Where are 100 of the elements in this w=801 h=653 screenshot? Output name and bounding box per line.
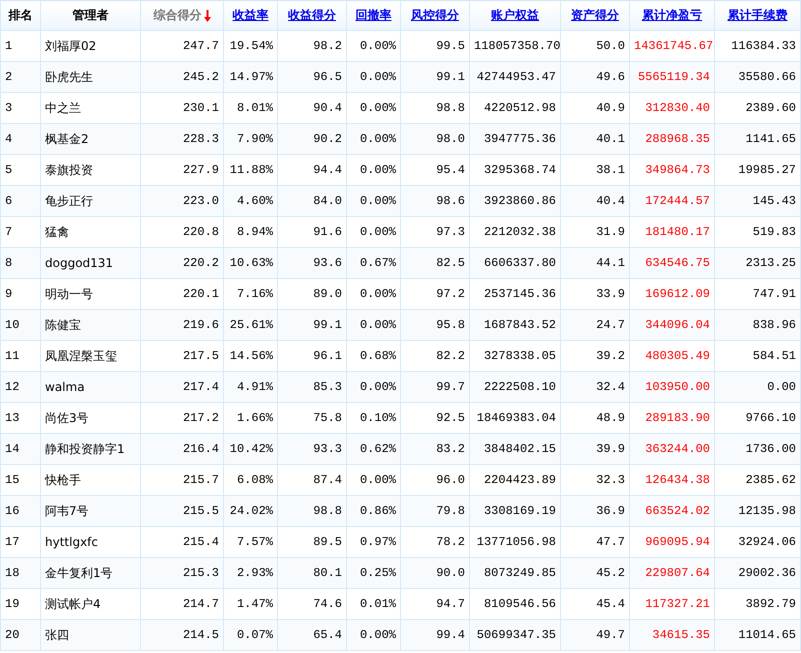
table-cell: 98.0 [400,124,470,154]
table-cell: 0.00% [346,620,400,650]
table-cell: 7.90% [224,124,278,154]
table-cell: 0.00 [714,372,800,402]
table-cell: 4.60% [224,186,278,216]
table-cell: 49.7 [560,620,630,650]
table-cell: 25.61% [224,310,278,340]
table-cell: 145.43 [714,186,800,216]
table-cell: 10.42% [224,434,278,464]
table-cell: 14.97% [224,62,278,92]
table-cell: 6606337.80 [470,248,560,278]
column-header: 管理者 [72,8,108,22]
table-cell: 93.6 [278,248,346,278]
table-cell: 95.8 [400,310,470,340]
table-cell: 65.4 [278,620,346,650]
table-cell: 2313.25 [714,248,800,278]
table-cell: 223.0 [140,186,224,216]
table-cell: 34615.35 [630,620,714,650]
table-cell: 98.8 [278,496,346,526]
table-cell: 99.7 [400,372,470,402]
table-cell: 4.91% [224,372,278,402]
table-cell: 216.4 [140,434,224,464]
table-cell: 79.8 [400,496,470,526]
table-cell: 3848402.15 [470,434,560,464]
table-cell: walma [40,372,140,402]
table-cell: 1736.00 [714,434,800,464]
table-cell: 40.1 [560,124,630,154]
table-cell: 0.07% [224,620,278,650]
table-cell: 288968.35 [630,124,714,154]
table-cell: 80.1 [278,558,346,588]
table-cell: 98.6 [400,186,470,216]
table-cell: 220.2 [140,248,224,278]
table-cell: 3923860.86 [470,186,560,216]
table-cell: 99.1 [278,310,346,340]
table-cell: 99.1 [400,62,470,92]
table-cell: 14 [0,434,40,464]
table-cell: 36.9 [560,496,630,526]
table-cell: 634546.75 [630,248,714,278]
table-cell: 龟步正行 [40,186,140,216]
table-cell: 0.00% [346,186,400,216]
table-cell: 84.0 [278,186,346,216]
table-cell: 卧虎先生 [40,62,140,92]
table-cell: 0.86% [346,496,400,526]
table-cell: 0.25% [346,558,400,588]
table-cell: 16 [0,496,40,526]
table-cell: 219.6 [140,310,224,340]
table-cell: 枫基金2 [40,124,140,154]
column-header: 排名 [8,8,32,22]
table-cell: 215.3 [140,558,224,588]
table-cell: 张四 [40,620,140,650]
table-cell: 838.96 [714,310,800,340]
table-cell: 50699347.35 [470,620,560,650]
table-cell: 39.9 [560,434,630,464]
table-cell: 6 [0,186,40,216]
table-cell: 1141.65 [714,124,800,154]
table-cell: 35580.66 [714,62,800,92]
table-cell: 0.00% [346,124,400,154]
table-cell: 103950.00 [630,372,714,402]
table-cell: 1687843.52 [470,310,560,340]
table-cell: 10 [0,310,40,340]
table-cell: 85.3 [278,372,346,402]
table-cell: 245.2 [140,62,224,92]
table-cell: 172444.57 [630,186,714,216]
table-cell: 0.62% [346,434,400,464]
table-cell: 217.4 [140,372,224,402]
table-cell: 215.5 [140,496,224,526]
table-cell: 24.7 [560,310,630,340]
table-cell: 96.5 [278,62,346,92]
table-cell: 99.4 [400,620,470,650]
table-cell: 90.2 [278,124,346,154]
table-cell: 静和投资静字1 [40,434,140,464]
table-cell: 363244.00 [630,434,714,464]
table-cell: 29002.36 [714,558,800,588]
table-cell: 12 [0,372,40,402]
table-cell: 0.00% [346,372,400,402]
table-cell: 8 [0,248,40,278]
table-cell: 42744953.47 [470,62,560,92]
table-cell: 32.4 [560,372,630,402]
table-cell: 663524.02 [630,496,714,526]
table-cell: 24.02% [224,496,278,526]
table-cell: 3308169.19 [470,496,560,526]
table-cell: 20 [0,620,40,650]
table-cell: 0.00% [346,62,400,92]
table-cell: 83.2 [400,434,470,464]
table-cell: 3947775.36 [470,124,560,154]
table-cell: 2 [0,62,40,92]
table-cell: 11014.65 [714,620,800,650]
table-cell: 18 [0,558,40,588]
table-cell: 12135.98 [714,496,800,526]
table-cell: 344096.04 [630,310,714,340]
table-cell: 2.93% [224,558,278,588]
sort-down-icon [204,10,210,22]
table-cell: 49.6 [560,62,630,92]
table-cell: 45.2 [560,558,630,588]
table-cell: 90.0 [400,558,470,588]
table-cell: doggod131 [40,248,140,278]
table-cell: 40.4 [560,186,630,216]
table-cell: 5565119.34 [630,62,714,92]
table-cell: 44.1 [560,248,630,278]
table-cell: 阿韦7号 [40,496,140,526]
